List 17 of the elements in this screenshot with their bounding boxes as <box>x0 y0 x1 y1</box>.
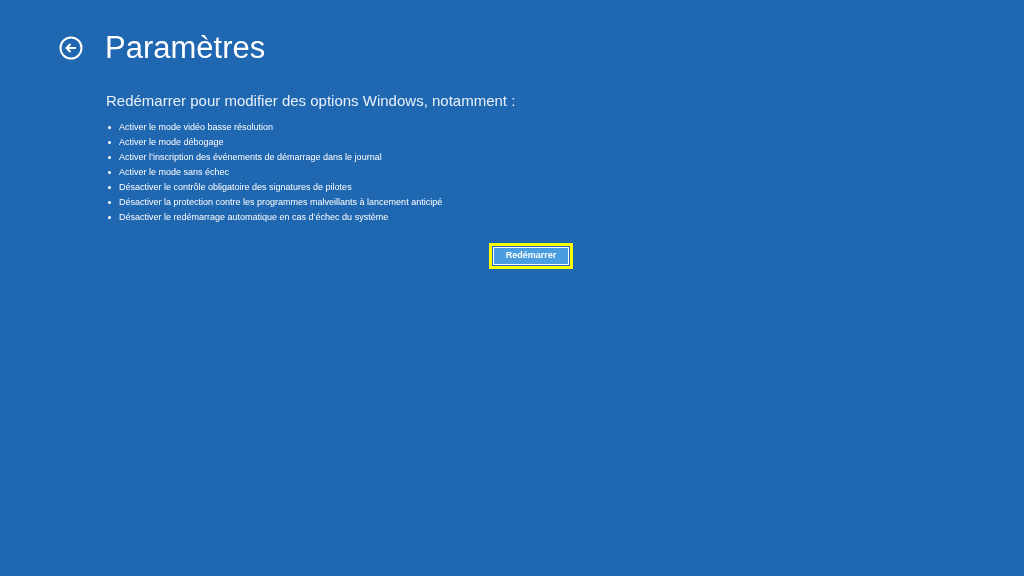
back-icon[interactable] <box>59 36 83 60</box>
option-text: Activer l’inscription des événements de démarrage dans le journal <box>119 151 382 164</box>
bullet-icon <box>108 171 111 174</box>
bullet-icon <box>108 201 111 204</box>
bullet-icon <box>108 141 111 144</box>
intro-text: Redémarrer pour modifier des options Windows, notamment : <box>106 91 517 111</box>
option-text: Activer le mode débogage <box>119 136 224 149</box>
bullet-icon <box>108 186 111 189</box>
option-text: Activer le mode vidéo basse résolution <box>119 121 274 134</box>
page-title: Paramètres <box>105 29 266 67</box>
bullet-icon <box>108 216 111 219</box>
option-text: Désactiver le contrôle obligatoire des signatures de pilotes <box>119 181 352 194</box>
option-text: Désactiver la protection contre les programmes malveillants à lancement anticipé <box>119 196 443 209</box>
option-text: Désactiver le redémarrage automatique en cas d’échec du système <box>119 211 389 224</box>
bullet-icon <box>108 126 111 129</box>
option-text: Activer le mode sans échec <box>119 166 230 179</box>
bullet-icon <box>108 156 111 159</box>
